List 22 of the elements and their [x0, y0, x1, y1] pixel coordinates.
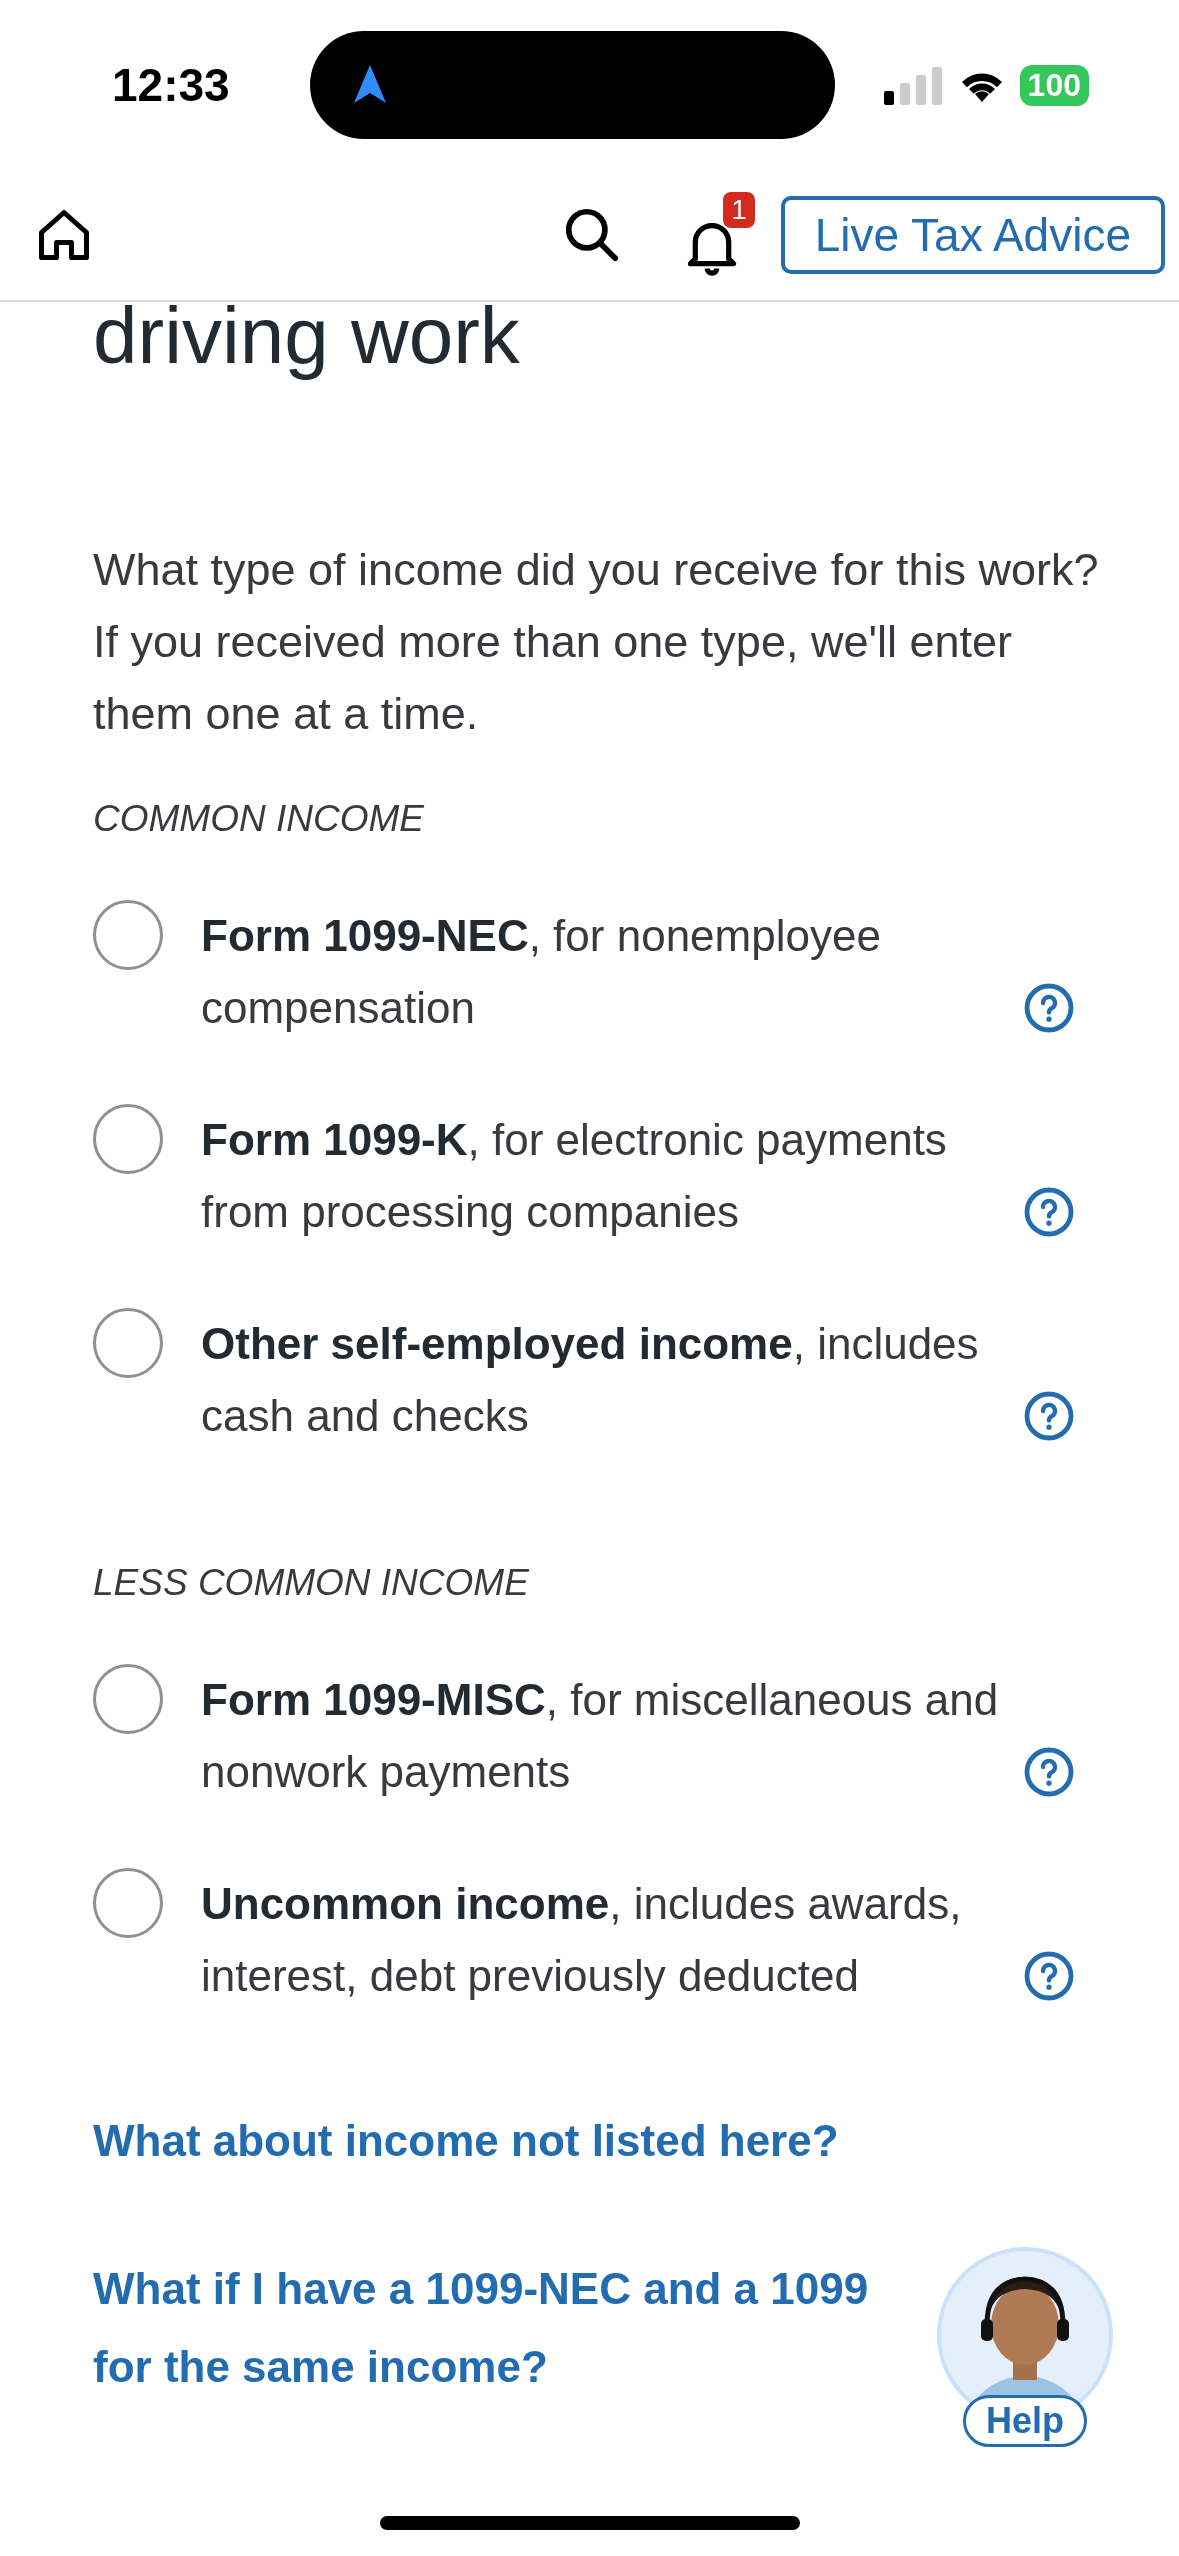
option-label: Other self-employed income, includes cash and checks	[201, 1318, 980, 1442]
section-title: LESS COMMON INCOME	[93, 1562, 531, 1604]
help-icon[interactable]	[1023, 1950, 1075, 2002]
option-label: Uncommon income, includes awards, interest, debt previously deducted	[201, 1878, 963, 2002]
notification-badge: 1	[723, 192, 755, 228]
live-tax-advice-button[interactable]: Live Tax Advice	[780, 196, 1165, 274]
page-heading: driving work	[93, 290, 521, 382]
faq-link[interactable]: What if I have a 1099-NEC and a 1099 for the same income?	[93, 2250, 869, 2406]
option-label: Form 1099-K, for electronic payments from processing companies	[201, 1114, 948, 1238]
help-icon[interactable]	[1023, 982, 1075, 1034]
help-button[interactable]: Help	[963, 2395, 1087, 2447]
battery-level: 100	[1019, 64, 1089, 106]
signal-icon	[883, 65, 944, 105]
faq-link[interactable]: What about income not listed here?	[93, 2102, 839, 2180]
help-icon[interactable]	[1023, 1390, 1075, 1442]
option-label: Form 1099-NEC, for nonemployee compensation	[201, 910, 882, 1034]
status-time: 12:33	[112, 58, 231, 112]
option-label: Form 1099-MISC, for miscellaneous and nonwork payments	[201, 1674, 1000, 1798]
section-title: COMMON INCOME	[93, 798, 426, 840]
help-icon[interactable]	[1023, 1186, 1075, 1238]
help-icon[interactable]	[1023, 1746, 1075, 1798]
question-text: What type of income did you receive for this work? If you received more than one type, we'll enter them one at a time.	[93, 543, 1099, 741]
